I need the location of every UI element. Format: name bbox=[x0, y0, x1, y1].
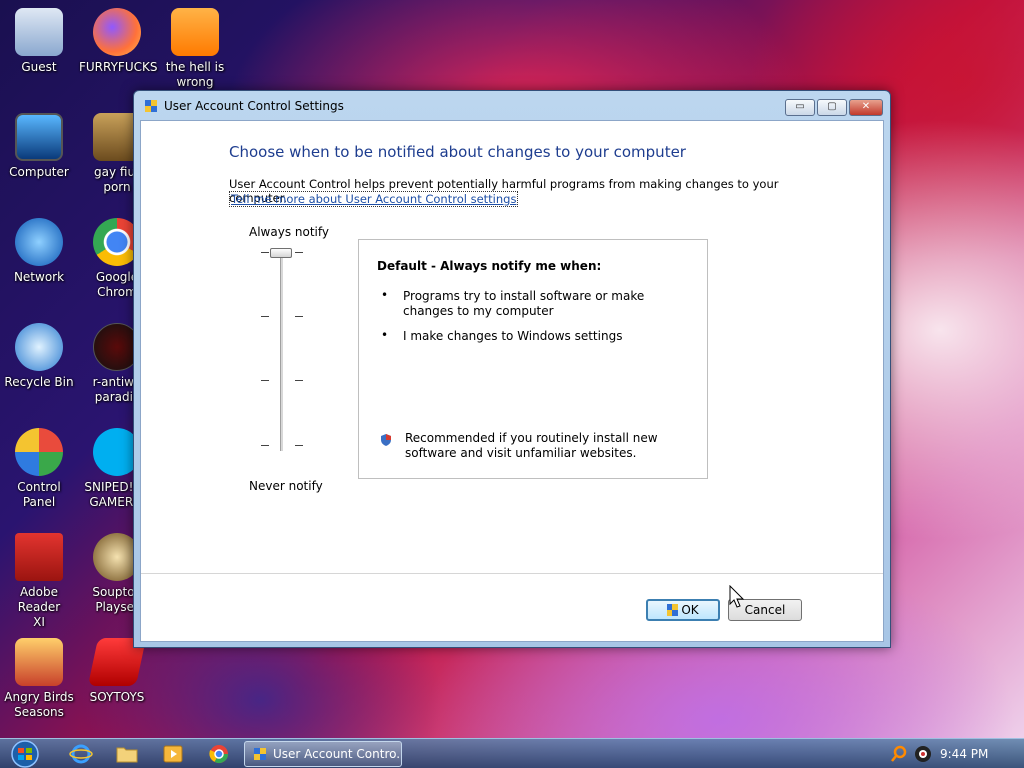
adobe-reader-icon bbox=[15, 533, 63, 581]
recommendation-text: Recommended if you routinely install new… bbox=[405, 431, 658, 460]
page-heading: Choose when to be notified about changes… bbox=[229, 143, 686, 161]
desktop-icon-label: SOYTOYS bbox=[89, 690, 145, 704]
slider-tick bbox=[261, 445, 269, 446]
uac-shield-icon bbox=[254, 748, 266, 760]
uac-settings-window: User Account Control Settings ▭ ▢ ✕ Choo… bbox=[133, 90, 891, 648]
media-player-icon[interactable] bbox=[161, 743, 185, 765]
system-clock[interactable]: 9:44 PM bbox=[940, 747, 988, 761]
slider-bottom-label: Never notify bbox=[249, 479, 323, 493]
slider-tick bbox=[261, 380, 269, 381]
desktop-icon-label: Network bbox=[13, 270, 65, 284]
window-titlebar[interactable]: User Account Control Settings ▭ ▢ ✕ bbox=[134, 91, 890, 119]
mouse-cursor-icon bbox=[729, 585, 745, 608]
desktop-icon-label: FURRYFUCKS bbox=[79, 60, 158, 74]
desktop-icon-guest[interactable]: Guest bbox=[1, 8, 77, 75]
search-tray-icon[interactable] bbox=[890, 745, 908, 763]
slider-top-label: Always notify bbox=[249, 225, 329, 239]
slider-tick bbox=[295, 380, 303, 381]
window-title: User Account Control Settings bbox=[164, 99, 344, 113]
taskbar-task-uac[interactable]: User Account Contro... bbox=[244, 741, 402, 767]
control-panel-icon bbox=[15, 428, 63, 476]
internet-explorer-icon[interactable] bbox=[69, 743, 93, 765]
taskbar-task-label: User Account Contro... bbox=[273, 747, 402, 761]
desktop-icon-computer[interactable]: Computer bbox=[1, 113, 77, 180]
minimize-button[interactable]: ▭ bbox=[785, 99, 815, 116]
computer-icon bbox=[15, 113, 63, 161]
desktop-icon-recycle-bin[interactable]: Recycle Bin bbox=[1, 323, 77, 390]
uac-shield-icon bbox=[667, 604, 679, 616]
bullet-item: I make changes to Windows settings bbox=[403, 329, 623, 343]
taskbar: User Account Contro... 9:44 PM bbox=[0, 738, 1024, 768]
start-button-icon[interactable] bbox=[5, 740, 45, 768]
slider-tick bbox=[295, 252, 303, 253]
firefox-icon bbox=[93, 8, 141, 56]
window-content: Choose when to be notified about changes… bbox=[140, 120, 884, 642]
desktop-icon-adobe-reader[interactable]: Adobe Reader XI bbox=[1, 533, 77, 630]
desktop-icon-soytoys[interactable]: SOYTOYS bbox=[79, 638, 155, 705]
desktop-icon-firefox[interactable]: FURRYFUCKS bbox=[79, 8, 158, 75]
desktop-icon-label: Computer bbox=[9, 165, 69, 179]
slider-thumb[interactable] bbox=[270, 248, 292, 258]
desktop-icon-label: Control Panel bbox=[17, 480, 61, 509]
close-button[interactable]: ✕ bbox=[849, 99, 883, 116]
recycle-bin-icon bbox=[15, 323, 63, 371]
angry-birds-icon bbox=[15, 638, 63, 686]
ok-button[interactable]: OK bbox=[646, 599, 720, 621]
footer-separator bbox=[141, 573, 883, 574]
desktop-icon-label: Recycle Bin bbox=[4, 375, 74, 389]
network-icon bbox=[15, 218, 63, 266]
bullet-icon: • bbox=[381, 288, 389, 302]
slider-tick bbox=[295, 316, 303, 317]
uc-browser-icon bbox=[171, 8, 219, 56]
desktop-icon-network[interactable]: Network bbox=[1, 218, 77, 285]
user-folder-icon bbox=[15, 8, 63, 56]
slider-track bbox=[280, 251, 283, 451]
slider-tick bbox=[295, 445, 303, 446]
desktop-icon-label: Adobe Reader XI bbox=[17, 585, 61, 629]
notification-level-slider[interactable] bbox=[261, 246, 307, 456]
chrome-icon[interactable] bbox=[207, 743, 231, 765]
desktop-icon-control-panel[interactable]: Control Panel bbox=[1, 428, 77, 510]
desktop-icon-label: Angry Birds Seasons bbox=[4, 690, 74, 719]
level-description-panel: Default - Always notify me when: • Progr… bbox=[358, 239, 708, 479]
bullet-icon: • bbox=[381, 328, 389, 342]
level-title: Default - Always notify me when: bbox=[377, 259, 602, 273]
slider-tick bbox=[261, 252, 269, 253]
desktop-icon-angry-birds[interactable]: Angry Birds Seasons bbox=[1, 638, 77, 720]
steam-tray-icon[interactable] bbox=[914, 745, 932, 763]
ok-button-label: OK bbox=[681, 603, 699, 617]
learn-more-link[interactable]: Tell me more about User Account Control … bbox=[229, 191, 519, 207]
folder-icon[interactable] bbox=[115, 743, 139, 765]
recommended-shield-icon bbox=[381, 434, 391, 446]
desktop-icon-label: Guest bbox=[21, 60, 57, 74]
maximize-button[interactable]: ▢ bbox=[817, 99, 847, 116]
bullet-item: Programs try to install software or make… bbox=[403, 289, 645, 318]
uac-shield-icon bbox=[145, 100, 157, 112]
slider-tick bbox=[261, 316, 269, 317]
